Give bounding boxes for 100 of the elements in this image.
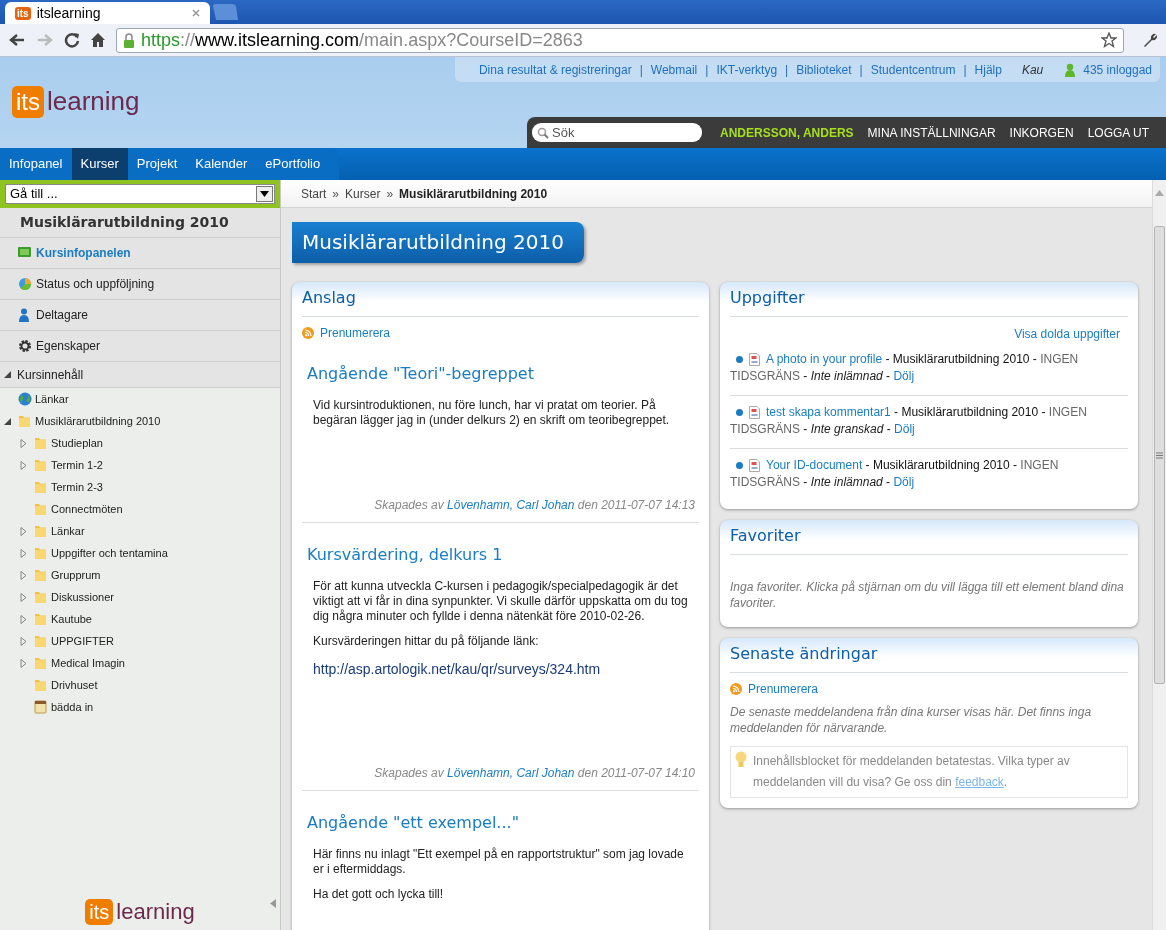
document-icon	[749, 459, 760, 473]
sidebar-menu-item[interactable]: Kursinfopanelen	[0, 238, 280, 269]
task-link[interactable]: Dölj	[893, 369, 915, 383]
tree-item[interactable]: Connectmöten	[0, 498, 280, 520]
user-icon	[1065, 62, 1076, 77]
top-link[interactable]: Biblioteket	[796, 60, 852, 79]
subscribe-link[interactable]: Prenumerera	[730, 680, 1128, 698]
search-icon	[537, 127, 549, 139]
tree-item[interactable]: Termin 2-3	[0, 476, 280, 498]
bullet-icon	[736, 356, 743, 364]
section-header[interactable]: Kursinnehåll	[0, 362, 280, 388]
tree-item[interactable]: bädda in	[0, 696, 280, 718]
tree-item[interactable]: UPPGIFTER	[0, 630, 280, 652]
scrollbar[interactable]	[1152, 180, 1166, 930]
announcement-link[interactable]: http://asp.artologik.net/kau/qr/surveys/324.htm	[313, 659, 689, 680]
tree-item[interactable]: Uppgifter och tentamina	[0, 542, 280, 564]
folder-icon	[34, 458, 48, 472]
nav-tab[interactable]: ePortfolio	[256, 148, 330, 180]
top-link[interactable]: IKT-verktyg	[716, 60, 778, 79]
notepad-icon	[34, 700, 48, 714]
announcement-title[interactable]: Kursvärdering, delkurs 1	[302, 543, 699, 567]
collapse-triangle-icon	[4, 371, 11, 378]
folder-icon	[34, 590, 48, 604]
task-link[interactable]: test skapa kommentar1	[766, 405, 891, 419]
url-text: https://www.itslearning.com/main.aspx?CourseID=2863	[141, 28, 584, 52]
tree-item[interactable]: Medical Imagin	[0, 652, 280, 674]
current-page-label: Musiklärarutbildning 2010	[399, 185, 548, 203]
top-link[interactable]: Hjälp	[974, 60, 1002, 79]
task-entry: Your ID-document - Musiklärarutbildning 2010 - INGEN TIDSGRÄNS - Inte inlämnad - Dölj	[730, 457, 1060, 491]
logo[interactable]: its learning	[12, 82, 140, 121]
tree-item[interactable]: Grupprum	[0, 564, 280, 586]
address-bar[interactable]: https://www.itslearning.com/main.aspx?CourseID=2863	[116, 27, 1124, 53]
task-link[interactable]: Dölj	[894, 422, 915, 436]
reload-icon[interactable]	[64, 32, 80, 48]
new-tab-icon[interactable]	[212, 4, 238, 20]
announcement-text: För att kunna utveckla C-kursen i pedagogik/specialpedagogik är det viktigt att vi får in dina synpunkter. Vi skulle därför uppskatta om du tog dig några minuter och fyllde i denna nätenkät före 2010-02-26.	[313, 579, 689, 624]
globe-icon	[18, 392, 32, 406]
browser-tab[interactable]: its itslearning	[5, 2, 210, 24]
tree-item[interactable]: Studieplan	[0, 432, 280, 454]
star-icon[interactable]	[1101, 32, 1117, 48]
wrench-icon[interactable]	[1142, 32, 1158, 48]
author-link[interactable]: Lövenhamn, Carl Johan	[447, 498, 575, 512]
link-separator: |	[859, 61, 863, 79]
user-name-link[interactable]: ANDERSSON, ANDERS	[720, 123, 854, 142]
folder-icon	[34, 678, 48, 692]
author-link[interactable]: Lövenhamn, Carl Johan	[447, 766, 575, 780]
logo[interactable]: its learning	[85, 895, 195, 928]
document-icon	[749, 406, 760, 420]
top-link[interactable]: Dina resultat & registreringar	[478, 60, 632, 79]
search-field[interactable]: Sök	[532, 123, 702, 142]
tree-item[interactable]: Drivhuset	[0, 674, 280, 696]
sidebar-menu-item[interactable]: Deltagare	[0, 300, 280, 331]
tree-item[interactable]: Termin 1-2	[0, 454, 280, 476]
nav-tab[interactable]: Kurser	[71, 148, 128, 180]
announcement-title[interactable]: Angående "ett exempel..."	[302, 811, 699, 835]
home-icon[interactable]	[90, 32, 106, 48]
breadcrumb-link[interactable]: Kurser	[345, 184, 381, 203]
forward-icon[interactable]	[36, 32, 54, 48]
sidebar-menu-item[interactable]: Status och uppföljning	[0, 269, 280, 300]
online-count[interactable]: 435 inloggad	[1083, 60, 1152, 79]
lightbulb-icon	[735, 751, 747, 769]
goto-dropdown[interactable]: Gå till ...	[5, 184, 275, 204]
breadcrumb-link[interactable]: Start	[301, 184, 327, 203]
show-hidden-link[interactable]: Visa dolda uppgifter	[1014, 325, 1120, 343]
folder-icon	[34, 568, 48, 582]
document-icon	[749, 353, 760, 367]
folder-icon	[18, 414, 32, 428]
top-link[interactable]: Studentcentrum	[870, 60, 956, 79]
task-link[interactable]: Your ID-document	[766, 458, 863, 472]
rss-icon	[730, 683, 742, 695]
task-link[interactable]: A photo in your profile	[766, 352, 883, 366]
announcement-text: Här finns nu inlagt "Ett exempel på en rapportstruktur" som jag lovade er i eftermiddags.	[313, 847, 685, 877]
folder-icon	[34, 656, 48, 670]
user-menu-link[interactable]: LOGGA UT	[1087, 123, 1149, 142]
scroll-thumb[interactable]	[1154, 226, 1165, 684]
empty-message: De senaste meddelandena från dina kurser visas här. Det finns inga meddelanden för närvarande.	[730, 704, 1093, 736]
page-title: Musiklärarutbildning 2010	[292, 222, 584, 263]
tree-item[interactable]: Musiklärarutbildning 2010	[0, 410, 280, 432]
close-icon	[192, 9, 200, 17]
announcement-title[interactable]: Angående "Teori"-begreppet	[302, 362, 699, 386]
sidebar-menu-item[interactable]: Egenskaper	[0, 331, 280, 362]
tree-item[interactable]: Kautube	[0, 608, 280, 630]
nav-tab[interactable]: Kalender	[186, 148, 257, 180]
link-separator: |	[639, 61, 643, 79]
tree-item[interactable]: Länkar	[0, 388, 280, 410]
back-icon[interactable]	[8, 32, 26, 48]
task-link[interactable]: Dölj	[893, 475, 915, 489]
nav-tab[interactable]: Infopanel	[0, 148, 72, 180]
link-separator: |	[705, 61, 709, 79]
scroll-up-icon[interactable]	[1155, 190, 1164, 196]
top-link[interactable]: Webmail	[650, 60, 698, 79]
user-menu-link[interactable]: INKORGEN	[1009, 123, 1074, 142]
tree-item[interactable]: Länkar	[0, 520, 280, 542]
user-menu-link[interactable]: MINA INSTÄLLNINGAR	[867, 123, 996, 142]
subscribe-link[interactable]: Prenumerera	[302, 324, 699, 342]
folder-icon	[34, 612, 48, 626]
nav-tab[interactable]: Projekt	[127, 148, 187, 180]
announcement-byline: Skapades av Lövenhamn, Carl Johan den 2011-07-07 14:13	[373, 497, 696, 514]
collapse-sidebar-icon[interactable]	[270, 899, 276, 908]
tree-item[interactable]: Diskussioner	[0, 586, 280, 608]
